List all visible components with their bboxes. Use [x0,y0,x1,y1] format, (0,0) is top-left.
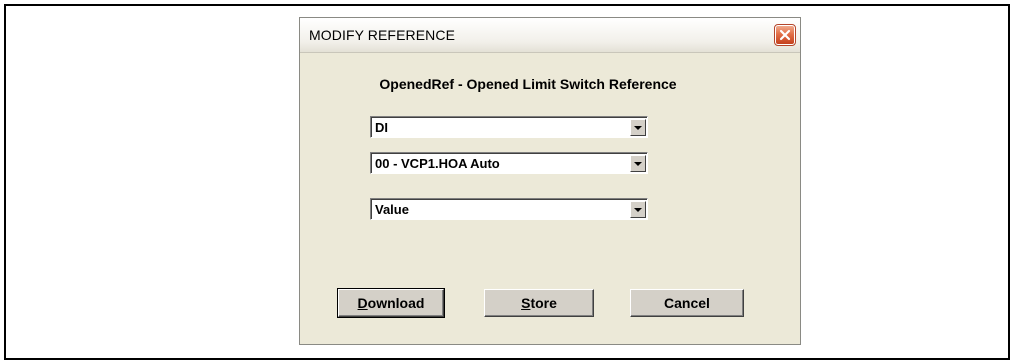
type-select[interactable]: DI [370,116,648,138]
cancel-label: Cancel [664,295,710,311]
attribute-select-dropdown-button[interactable] [630,201,646,218]
attribute-select-value: Value [375,202,409,217]
store-button[interactable]: Store [484,289,594,317]
store-mnemonic: S [521,295,531,311]
modify-reference-dialog: MODIFY REFERENCE OpenedRef - Opened Limi… [299,17,801,345]
type-select-value: DI [375,120,388,135]
point-select-dropdown-button[interactable] [630,155,646,172]
store-label: tore [530,295,557,311]
point-select[interactable]: 00 - VCP1.HOA Auto [370,152,648,174]
close-button[interactable] [774,24,796,46]
type-select-dropdown-button[interactable] [630,119,646,136]
chevron-down-icon [634,125,642,130]
download-label: ownload [367,295,425,311]
dialog-title: MODIFY REFERENCE [309,27,456,43]
download-button[interactable]: Download [337,288,445,318]
cancel-button[interactable]: Cancel [630,289,744,317]
dialog-titlebar[interactable]: MODIFY REFERENCE [300,18,800,53]
chevron-down-icon [634,207,642,212]
point-select-value: 00 - VCP1.HOA Auto [375,156,500,171]
close-icon [779,29,791,41]
reference-heading: OpenedRef - Opened Limit Switch Referenc… [379,76,677,92]
download-mnemonic: D [357,295,368,311]
attribute-select[interactable]: Value [370,198,648,220]
chevron-down-icon [634,161,642,166]
